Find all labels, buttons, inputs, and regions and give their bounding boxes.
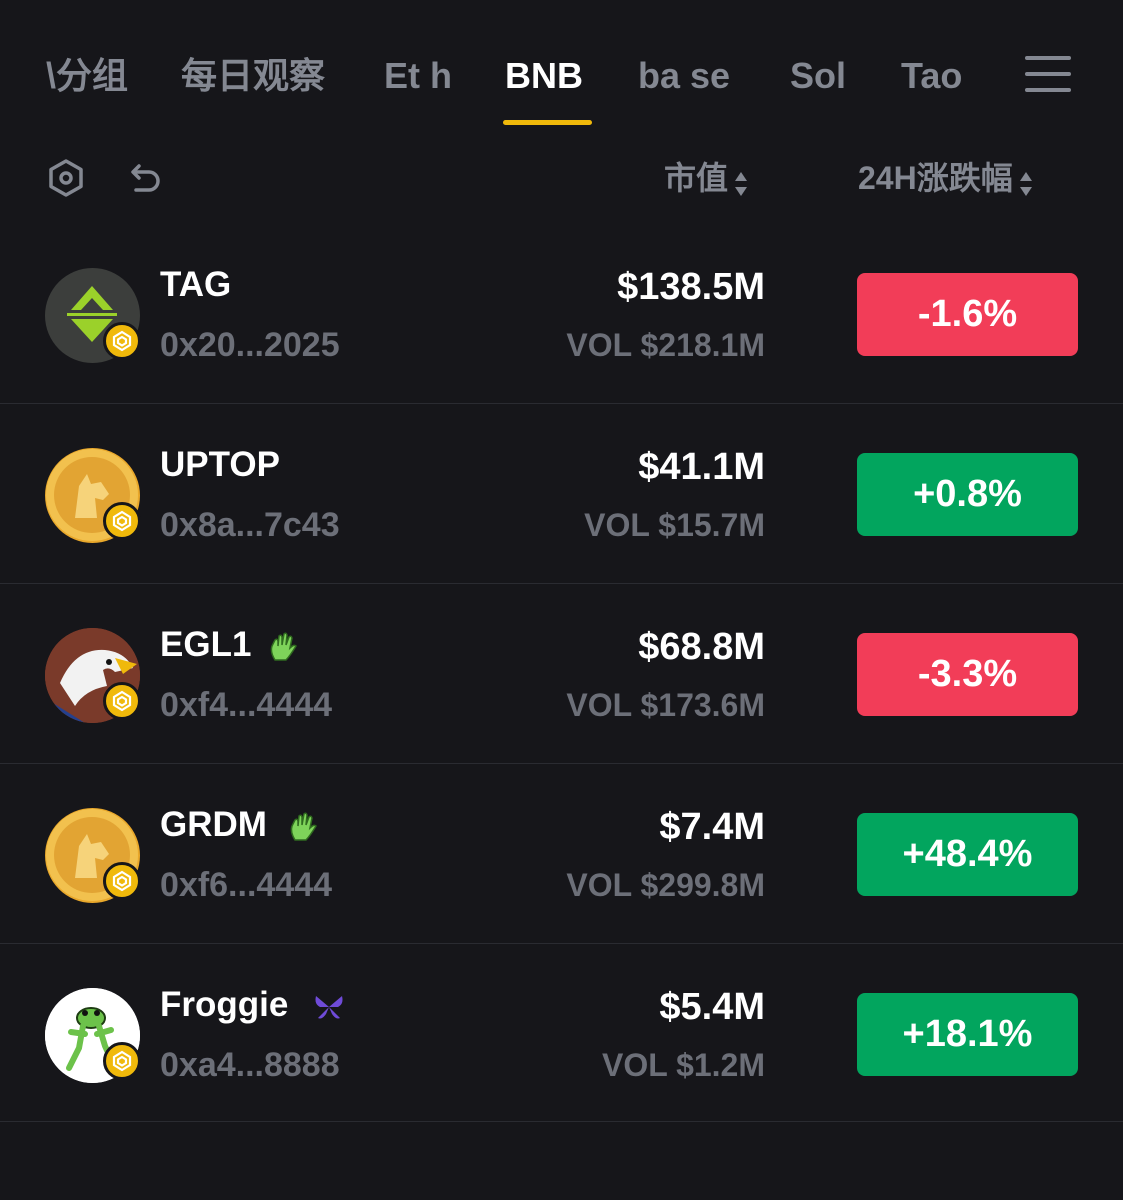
token-row[interactable]: TAG 0x20...2025 $138.5M VOL $218.1M -1.6…: [0, 240, 1123, 420]
bnb-chain-badge-icon: [103, 502, 141, 540]
row-divider: [0, 583, 1123, 584]
token-row[interactable]: Froggie 0xa4...8888 $5.4M VOL $1.2M +18.…: [0, 960, 1123, 1140]
token-name: EGL1: [160, 625, 252, 664]
token-address: 0xf4...4444: [160, 686, 333, 724]
token-address: 0x8a...7c43: [160, 506, 340, 544]
butterfly-icon: [312, 990, 346, 1024]
token-address: 0x20...2025: [160, 326, 340, 364]
market-cap-value: $7.4M: [659, 806, 765, 848]
bnb-chain-badge-icon: [103, 1042, 141, 1080]
tab-bnb[interactable]: BNB: [505, 50, 583, 102]
market-cap-label: 市值: [664, 160, 729, 196]
row-divider: [0, 763, 1123, 764]
volume-value: VOL $299.8M: [566, 867, 765, 903]
change-badge[interactable]: -1.6%: [857, 273, 1078, 356]
token-address: 0xa4...8888: [160, 1046, 340, 1084]
volume-value: VOL $218.1M: [566, 327, 765, 363]
volume-value: VOL $15.7M: [584, 507, 765, 543]
undo-icon[interactable]: [124, 158, 164, 198]
market-cap-value: $138.5M: [617, 266, 765, 308]
menu-icon[interactable]: [1025, 54, 1071, 94]
sort-24h-change[interactable]: 24H涨跌幅: [858, 155, 1033, 201]
token-name: Froggie: [160, 985, 289, 1024]
bnb-chain-badge-icon: [103, 682, 141, 720]
watchlist-tabs: \分组 每日观察 Et h BNB ba se Sol Tao: [0, 0, 1123, 140]
waving-hand-icon: [266, 630, 300, 664]
sort-market-cap[interactable]: 市值: [664, 155, 748, 201]
token-name: GRDM: [160, 805, 267, 844]
tab-daily-watch[interactable]: 每日观察: [181, 50, 325, 102]
volume-value: VOL $173.6M: [566, 687, 765, 723]
token-name: UPTOP: [160, 445, 280, 484]
token-row[interactable]: EGL1 0xf4...4444 $68.8M VOL $173.6M -3.3…: [0, 600, 1123, 780]
bnb-chain-badge-icon: [103, 862, 141, 900]
change-badge[interactable]: +18.1%: [857, 993, 1078, 1076]
token-row[interactable]: GRDM 0xf6...4444 $7.4M VOL $299.8M +48.4…: [0, 780, 1123, 960]
waving-hand-icon: [286, 810, 320, 844]
bnb-chain-badge-icon: [103, 322, 141, 360]
tab-groups[interactable]: \分组: [46, 50, 128, 102]
volume-value: VOL $1.2M: [601, 1047, 765, 1083]
tab-base[interactable]: ba se: [638, 50, 730, 102]
token-name: TAG: [160, 265, 232, 304]
sort-arrows-icon: [1019, 164, 1033, 196]
token-row[interactable]: UPTOP 0x8a...7c43 $41.1M VOL $15.7M +0.8…: [0, 420, 1123, 600]
row-divider: [0, 1121, 1123, 1122]
market-cap-value: $41.1M: [638, 446, 765, 488]
tab-eth[interactable]: Et h: [384, 50, 452, 102]
token-address: 0xf6...4444: [160, 866, 333, 904]
active-tab-indicator: [503, 120, 592, 125]
market-cap-value: $5.4M: [659, 986, 765, 1028]
tab-sol[interactable]: Sol: [790, 50, 846, 102]
sort-arrows-icon: [734, 164, 748, 196]
change-badge[interactable]: +0.8%: [857, 453, 1078, 536]
change-badge[interactable]: -3.3%: [857, 633, 1078, 716]
change-label: 24H涨跌幅: [858, 160, 1013, 196]
row-divider: [0, 403, 1123, 404]
market-cap-value: $68.8M: [638, 626, 765, 668]
row-divider: [0, 943, 1123, 944]
tab-tao[interactable]: Tao: [901, 50, 962, 102]
settings-icon[interactable]: [46, 158, 86, 198]
change-badge[interactable]: +48.4%: [857, 813, 1078, 896]
